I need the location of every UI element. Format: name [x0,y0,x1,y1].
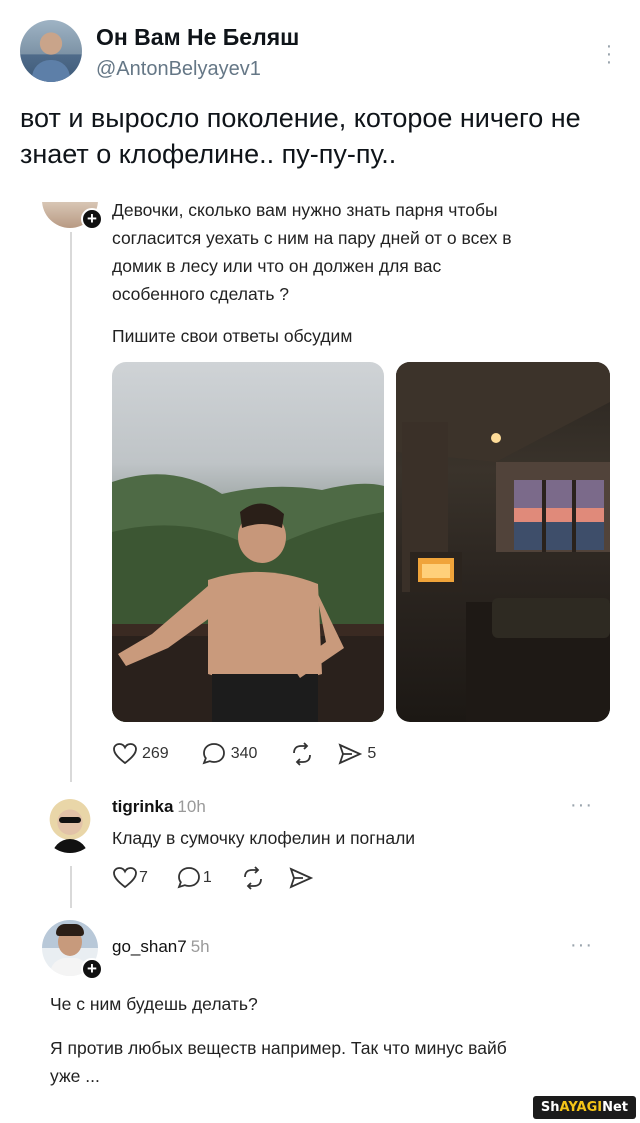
like-button[interactable]: 7 [112,866,148,890]
author-handle[interactable]: @AntonBelyayev1 [96,58,261,81]
reply-username[interactable]: go_shan7 [112,937,187,956]
watermark-logo: ShAYAGINet [532,1096,636,1119]
follow-plus-icon[interactable]: + [81,958,103,980]
author-avatar[interactable] [20,20,82,82]
reply-more-icon[interactable]: ··· [570,934,593,957]
reply-header-tigrinka: tigrinka 10h [112,797,206,817]
author-display-name[interactable]: Он Вам Не Беляш [96,24,299,51]
reply-header-go-shan7: go_shan7 5h [112,937,210,957]
more-options-icon[interactable]: · · · [604,36,614,72]
thread-line [70,232,72,782]
thread-line [70,866,72,908]
original-post-actions: 269 340 5 [112,742,398,766]
share-button[interactable]: 5 [337,742,376,766]
like-count: 7 [139,869,148,886]
like-button[interactable]: 269 [112,742,169,766]
comment-count: 1 [202,869,212,886]
comment-button[interactable]: 1 [176,866,212,890]
reply2-text-2: Я против любых веществ например. Так что… [50,1038,507,1086]
reply-more-icon[interactable]: ··· [570,794,593,817]
comment-icon [177,867,200,889]
share-icon [289,867,314,889]
tweet-header: Он Вам Не Беляш @AntonBelyayev1 · · · [20,20,620,90]
comment-button[interactable]: 340 [201,742,258,766]
share-button[interactable] [288,866,314,890]
tweet-text: вот и выросло поколение, которое ничего … [20,103,581,169]
repost-button[interactable] [240,866,266,890]
repost-icon [293,742,312,766]
reply-username[interactable]: tigrinka [112,797,173,816]
repost-button[interactable] [289,742,315,766]
share-icon [338,743,363,765]
like-count: 269 [142,745,169,762]
share-count: 5 [367,745,377,762]
reply-avatar-tigrinka[interactable] [42,797,98,853]
original-post-text: Девочки, сколько вам нужно знать парня ч… [112,200,512,304]
reply-text: Кладу в сумочку клофелин и погнали [112,828,416,848]
heart-icon [113,867,137,889]
comment-count: 340 [230,745,258,762]
reply1-actions: 7 1 [112,866,336,890]
follow-plus-icon[interactable]: + [81,208,103,230]
reply2-text-1: Че с ним будешь делать? [50,994,258,1014]
original-post-cta: Пишите свои ответы обсудим [112,326,353,346]
reply-time: 10h [177,797,206,816]
reply-time: 5h [190,937,210,956]
heart-icon [113,743,137,765]
post-photo-cabin[interactable] [396,362,610,722]
post-photo-mountains[interactable] [112,362,384,722]
comment-icon [202,743,225,765]
repost-icon [243,866,262,890]
